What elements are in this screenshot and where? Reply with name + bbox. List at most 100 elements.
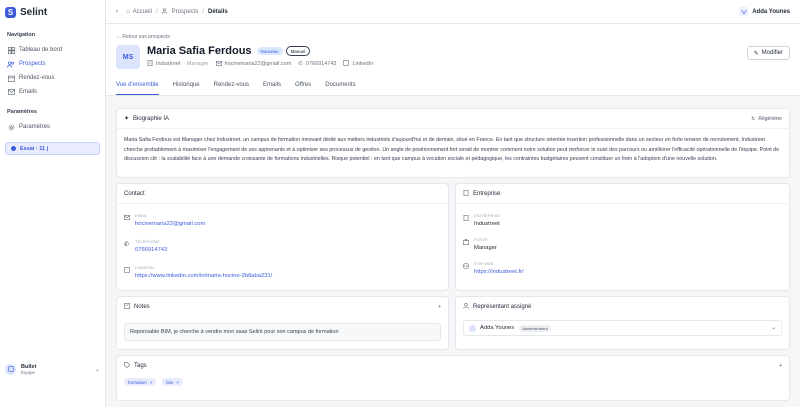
home-icon: ⌂ [126, 8, 130, 15]
refresh-icon: ↻ [751, 115, 756, 122]
back-arrow-icon[interactable]: ‹ [116, 9, 118, 15]
trial-badge[interactable]: Essai · 11 j [5, 142, 100, 155]
app-logo[interactable]: S Selint [0, 0, 105, 24]
tab-appointments[interactable]: Rendez-vous [214, 82, 249, 95]
company-name: Industreet [156, 61, 181, 67]
user-icon [463, 303, 469, 311]
user-avatar-icon [739, 7, 749, 16]
sidebar-item-rendez-vous[interactable]: Rendez-vous [5, 71, 100, 85]
trial-dot-icon [11, 146, 16, 151]
rep-card: Représentant assigné Adda Younes Adminis… [455, 296, 790, 350]
regenerate-label: Régénérer [758, 115, 782, 122]
tag-item: formation × [124, 378, 157, 386]
tab-emails[interactable]: Emails [263, 82, 281, 95]
user-name: Bullet [21, 363, 37, 370]
source-badge: Manuel [285, 46, 311, 56]
tab-overview[interactable]: Vue d'ensemble [116, 82, 159, 95]
rep-select[interactable]: Adda Younes Administrateur ⌄ [463, 320, 782, 336]
back-link[interactable]: ← Retour aux prospects [116, 34, 170, 40]
phone-meta[interactable]: ✆ 0766914743 [298, 61, 336, 67]
company-site-field: SITE WEB https://industreet.fr/ [463, 262, 524, 275]
site-link[interactable]: https://industreet.fr/ [474, 269, 524, 275]
tags-card: Tags + formation × bim × [116, 355, 790, 401]
regenerate-button[interactable]: ↻ Régénérer [751, 116, 782, 122]
linkedin-meta[interactable]: LinkedIn [343, 60, 373, 68]
mail-icon [215, 60, 222, 68]
add-tag-button[interactable]: + [779, 363, 782, 369]
user-team: Équipe [21, 369, 36, 375]
bio-title: Biographie IA [133, 115, 170, 122]
breadcrumb-separator: / [155, 8, 158, 15]
breadcrumb-prospects[interactable]: Prospects [172, 9, 199, 15]
sidebar-item-emails[interactable]: Emails [5, 85, 100, 99]
mail-icon [7, 88, 15, 96]
phone-icon: ✆ [124, 242, 130, 248]
contact-phone-field: ✆ TÉLÉPHONE 0766914743 [124, 240, 167, 253]
mail-icon [124, 215, 132, 227]
linkedin-link[interactable]: https://www.linkedin.com/in/maria-hocine… [135, 273, 272, 279]
remove-tag-icon[interactable]: × [176, 380, 179, 385]
breadcrumb-home[interactable]: Accueil [133, 9, 152, 15]
company-name-field: ENTREPRISE Industreet [463, 214, 500, 227]
tab-documents[interactable]: Documents [325, 82, 355, 95]
linkedin-icon [124, 267, 132, 279]
logo-mark: S [5, 6, 16, 18]
email-label: EMAIL [135, 214, 148, 218]
tag-label: bim [166, 379, 174, 385]
company-role: · Manager [183, 61, 209, 67]
dashboard-icon [7, 46, 15, 54]
sidebar-item-parametres[interactable]: Paramètres [5, 120, 100, 134]
rep-title: Représentant assigné [473, 304, 532, 310]
email-meta[interactable]: hocinemaria22@gmail.com [215, 60, 291, 68]
breadcrumb-current: Détails [208, 8, 228, 15]
remove-tag-icon[interactable]: × [150, 380, 153, 385]
modify-button[interactable]: ✎ Modifier [746, 46, 790, 60]
prospect-avatar: MS [116, 45, 140, 69]
company-title: Entreprise [473, 190, 501, 197]
building-icon [463, 189, 469, 198]
phone-icon: ✆ [298, 61, 303, 67]
sidebar-item-label: Emails [19, 89, 38, 95]
nav-section-title: Navigation [7, 32, 36, 38]
contact-title: Contact [124, 190, 145, 197]
chevron-updown-icon: ⌄ [94, 366, 100, 373]
note-icon [124, 303, 130, 311]
topbar: ‹ ⌂ Accueil / Prospects / Détails Adda Y… [106, 0, 800, 24]
linkedin-label: LINKEDIN [135, 266, 155, 270]
phone-value: 0766914743 [305, 61, 337, 67]
note-item: Reponsable BIM, je cherche à vendre mon … [124, 323, 441, 341]
add-note-button[interactable]: + [438, 304, 441, 310]
rep-name: Adda Younes [480, 325, 515, 331]
sidebar-item-label: Rendez-vous [19, 75, 55, 81]
sidebar-item-label: Tableau de bord [19, 47, 63, 53]
sidebar-item-prospects[interactable]: Prospects [5, 57, 100, 71]
pencil-icon: ✎ [753, 50, 759, 57]
company-label: ENTREPRISE [474, 214, 501, 218]
prospect-header: ← Retour aux prospects MS Maria Safia Fe… [106, 24, 800, 96]
status-badge: Nouveau [256, 47, 283, 55]
prospect-name: Maria Safia Ferdous [147, 45, 252, 57]
breadcrumb-separator: / [202, 8, 204, 15]
tag-icon [124, 362, 131, 370]
user-menu[interactable]: Bullet Équipe ⌄ [5, 361, 100, 377]
site-label: SITE WEB [474, 262, 494, 266]
phone-link[interactable]: 0766914743 [135, 247, 167, 253]
users-icon [7, 60, 15, 68]
chevron-down-icon: ⌄ [771, 325, 776, 331]
post-label: POSTE [474, 238, 488, 242]
main-content: ← Retour aux prospects MS Maria Safia Fe… [106, 24, 800, 407]
tab-history[interactable]: Historique [173, 82, 200, 95]
bio-text: Maria Safia Ferdous est Manager chez Ind… [124, 137, 780, 162]
sidebar-item-dashboard[interactable]: Tableau de bord [5, 43, 100, 57]
calendar-icon [7, 74, 15, 82]
post-value: Manager [474, 245, 497, 251]
top-user-menu[interactable]: Adda Younes [739, 7, 790, 16]
avatar [5, 363, 16, 375]
linkedin-value: LinkedIn [352, 61, 374, 67]
users-icon [161, 7, 169, 16]
modify-label: Modifier [761, 50, 783, 56]
tab-offers[interactable]: Offres [295, 82, 311, 95]
contact-card: Contact EMAIL hocinemaria22@gmail.com ✆ … [116, 183, 449, 291]
email-link[interactable]: hocinemaria22@gmail.com [135, 221, 205, 227]
contact-linkedin-field: LINKEDIN https://www.linkedin.com/in/mar… [124, 266, 272, 279]
